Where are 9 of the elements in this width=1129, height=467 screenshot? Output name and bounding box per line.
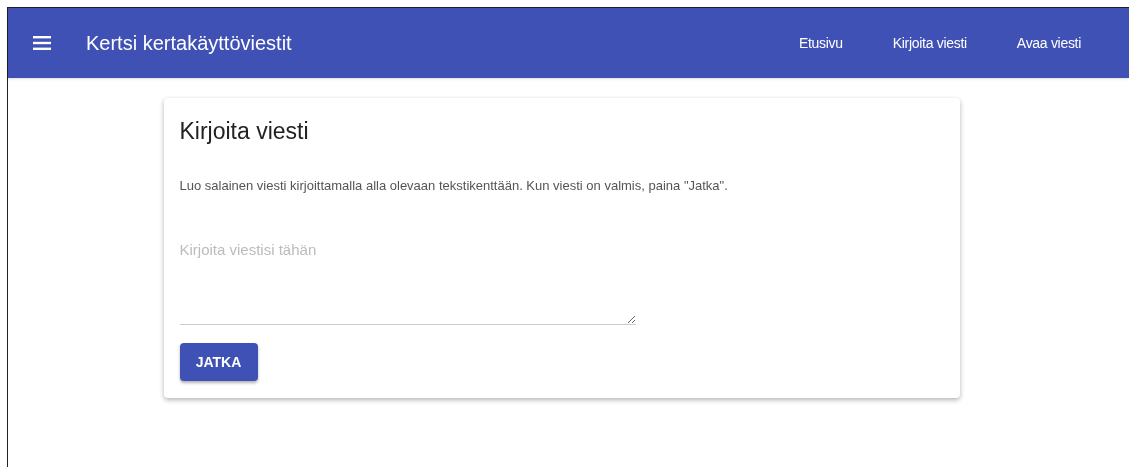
card-title: Kirjoita viesti [179, 117, 310, 146]
nav-link[interactable]: Etusivu [798, 32, 843, 54]
description-text: Luo salainen viesti kirjoittamalla alla olevaan tekstikenttään. Kun viesti on valmis, paina "Jatka". [179, 177, 729, 195]
nav-link[interactable]: Avaa viesti [1016, 32, 1081, 54]
nav-link[interactable]: Kirjoita viesti [892, 32, 967, 54]
continue-button[interactable]: JATKA [179, 343, 258, 381]
app-title: Kertsi kertakäyttöviestit [86, 31, 292, 56]
menu-icon[interactable] [33, 36, 51, 50]
message-field[interactable]: Kirjoita viestisi tähän [179, 239, 636, 325]
